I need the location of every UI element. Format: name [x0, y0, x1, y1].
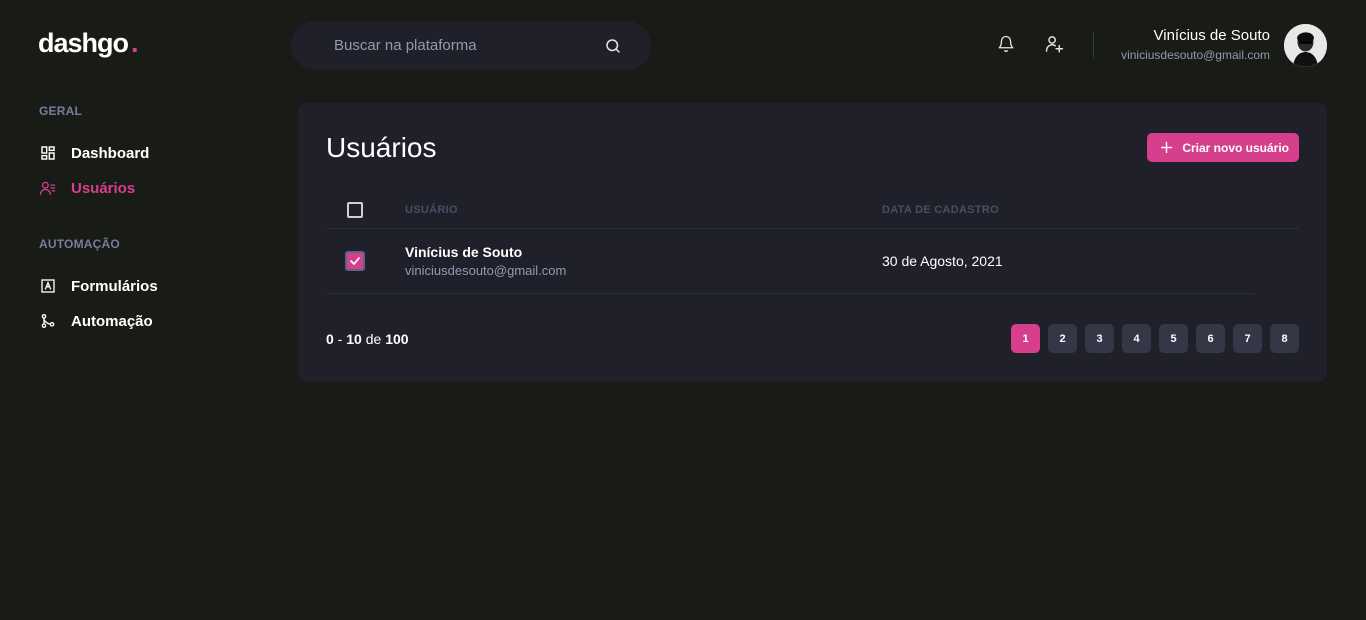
page-button-1[interactable]: 1: [1011, 324, 1040, 353]
users-icon: [39, 179, 56, 197]
sidebar-item-usuarios[interactable]: Usuários: [39, 179, 259, 197]
row-checkbox[interactable]: [345, 251, 365, 271]
logo-text: dashgo: [38, 28, 129, 58]
range-end: 10: [346, 331, 362, 347]
avatar[interactable]: [1284, 24, 1327, 67]
column-header-data-cadastro: DATA DE CADASTRO: [882, 203, 1000, 216]
logo-dot: .: [131, 28, 138, 58]
header-divider: [1093, 32, 1094, 58]
git-merge-icon: [39, 312, 56, 330]
users-panel: Usuários Criar novo usuário USUÁRIO DATA…: [298, 103, 1327, 382]
logo[interactable]: dashgo.: [38, 28, 138, 59]
range-separator: -: [337, 331, 343, 347]
search-input[interactable]: [334, 37, 603, 54]
sidebar-item-formularios[interactable]: Formulários: [39, 277, 259, 295]
profile-name: Vinícius de Souto: [1153, 27, 1270, 44]
page-button-7[interactable]: 7: [1233, 324, 1262, 353]
range-start: 0: [326, 331, 334, 347]
page-button-8[interactable]: 8: [1270, 324, 1299, 353]
page-button-4[interactable]: 4: [1122, 324, 1151, 353]
profile-email: viniciusdesouto@gmail.com: [1121, 48, 1270, 62]
plus-icon: [1159, 141, 1173, 155]
check-icon: [350, 257, 360, 265]
page-button-6[interactable]: 6: [1196, 324, 1225, 353]
user-plus-icon[interactable]: [1044, 33, 1064, 55]
nav-section-automacao: AUTOMAÇÃO Formulários Automação: [39, 237, 259, 330]
total-count: 100: [385, 331, 409, 347]
page-button-5[interactable]: 5: [1159, 324, 1188, 353]
pagination: 1 2 3 4 5 6 7 8: [1011, 324, 1299, 353]
nav-section-title: GERAL: [39, 104, 82, 118]
nav-section-geral: GERAL Dashboard Usuários: [39, 104, 259, 197]
page-button-2[interactable]: 2: [1048, 324, 1077, 353]
user-email: viniciusdesouto@gmail.com: [405, 263, 567, 278]
dashboard-icon: [39, 144, 56, 162]
sidebar-item-automacao[interactable]: Automação: [39, 312, 259, 330]
bell-icon[interactable]: [996, 33, 1016, 55]
select-all-checkbox[interactable]: [347, 201, 363, 218]
of-label: de: [365, 331, 382, 347]
page-button-3[interactable]: 3: [1085, 324, 1114, 353]
sidebar-item-dashboard[interactable]: Dashboard: [39, 144, 259, 162]
column-header-usuario: USUÁRIO: [405, 203, 458, 216]
sidebar-item-label: Usuários: [71, 179, 136, 197]
page-title: Usuários: [326, 132, 437, 163]
sidebar: GERAL Dashboard Usuários AUTOMAÇÃO Formu…: [39, 104, 259, 330]
table-row[interactable]: Vinícius de Souto viniciusdesouto@gmail.…: [326, 229, 1254, 294]
form-icon: [39, 277, 56, 295]
create-user-label: Criar novo usuário: [1182, 140, 1289, 155]
pagination-info: 0 - 10 de 100: [326, 331, 409, 347]
sidebar-item-label: Automação: [71, 312, 153, 330]
nav-section-title: AUTOMAÇÃO: [39, 237, 120, 251]
table-header: USUÁRIO DATA DE CADASTRO: [326, 191, 1299, 229]
search-bar[interactable]: [291, 21, 651, 70]
users-table: USUÁRIO DATA DE CADASTRO Vinícius de Sou…: [326, 191, 1299, 294]
profile-info: Vinícius de Souto viniciusdesouto@gmail.…: [1121, 27, 1270, 62]
registration-date: 30 de Agosto, 2021: [882, 253, 1003, 269]
search-icon[interactable]: [603, 36, 623, 56]
create-user-button[interactable]: Criar novo usuário: [1147, 133, 1299, 162]
user-name: Vinícius de Souto: [405, 244, 523, 260]
sidebar-item-label: Formulários: [71, 277, 158, 295]
header-actions: [996, 33, 1064, 55]
sidebar-item-label: Dashboard: [71, 144, 150, 162]
